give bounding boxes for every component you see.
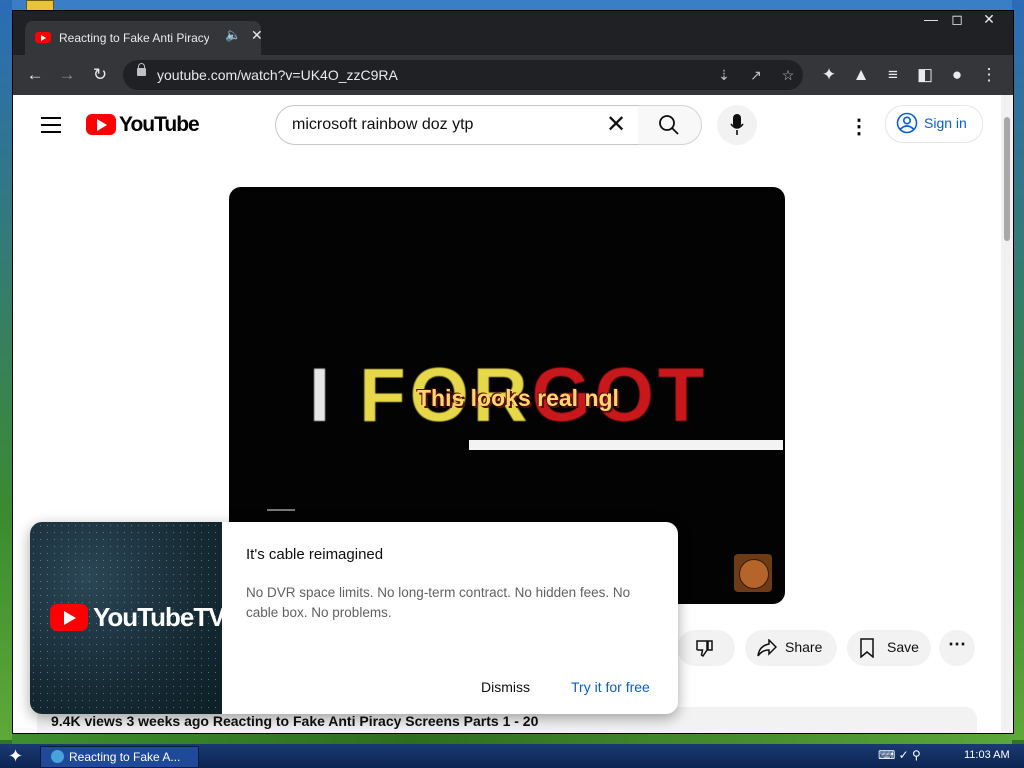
search-icon — [659, 115, 679, 135]
more-actions-button[interactable]: ⋯ — [939, 630, 975, 666]
back-arrow-icon[interactable]: ← — [23, 63, 47, 87]
extensions-puzzle-icon[interactable]: ✦ — [817, 63, 841, 87]
media-queue-icon[interactable]: ≡ — [881, 63, 905, 87]
speaker-icon[interactable]: 🔈 — [225, 27, 241, 43]
promo-title: It's cable reimagined — [246, 546, 384, 563]
youtube-favicon-icon — [35, 32, 51, 43]
window-close-icon[interactable]: ✕ — [975, 11, 1003, 29]
tab-title: Reacting to Fake Anti Piracy Sc — [59, 31, 209, 45]
youtube-tv-promo: YouTubeTV It's cable reimagined No DVR s… — [30, 522, 678, 714]
sign-in-label: Sign in — [924, 115, 967, 131]
youtube-logo-icon[interactable] — [86, 114, 116, 135]
settings-kebab-icon[interactable]: ⋮ — [849, 114, 869, 139]
browser-toolbar: ← → ↻ youtube.com/watch?v=UK4O_zzC9RA ⇣ … — [13, 55, 1013, 95]
clear-search-icon[interactable]: ✕ — [606, 110, 626, 139]
promo-body: No DVR space limits. No long-term contra… — [246, 585, 631, 620]
search-query[interactable]: microsoft rainbow doz ytp — [292, 116, 473, 134]
share-label: Share — [785, 639, 823, 655]
scrollbar-thumb[interactable] — [1004, 117, 1010, 241]
account-circle-icon — [896, 112, 918, 134]
taskbar: ✦ Reacting to Fake A... ⌨ ✓ ⚲ 11:03 AM — [0, 744, 1024, 768]
profile-avatar-icon[interactable]: ● — [945, 63, 969, 87]
desktop-background-left — [0, 0, 12, 740]
start-star-icon[interactable]: ✦ — [8, 746, 23, 767]
reload-icon[interactable]: ↻ — [88, 63, 112, 87]
more-horizontal-icon: ⋯ — [948, 634, 966, 654]
clock[interactable]: 11:03 AM — [964, 749, 1010, 761]
youtube-logo-text[interactable]: YouTube — [119, 113, 200, 137]
share-arrow-icon — [757, 639, 777, 657]
save-playlist-icon — [860, 638, 874, 658]
page-scrollbar[interactable] — [1001, 95, 1013, 733]
lock-icon[interactable] — [137, 63, 146, 76]
browser-menu-icon[interactable]: ⋮ — [977, 63, 1001, 87]
microphone-icon — [730, 114, 744, 135]
save-button[interactable]: Save — [847, 630, 931, 666]
video-caption: This looks real ngl — [417, 385, 619, 411]
tab-strip: Reacting to Fake Anti Piracy Sc 🔈 ✕ — ◻ … — [13, 11, 1013, 55]
browser-tab[interactable]: Reacting to Fake Anti Piracy Sc 🔈 ✕ — [25, 21, 263, 55]
hamburger-menu-icon[interactable] — [41, 117, 61, 138]
minimize-icon[interactable]: — — [917, 11, 945, 29]
taskbar-browser-item[interactable]: Reacting to Fake A... — [40, 746, 199, 768]
share-button[interactable]: Share — [745, 630, 837, 666]
save-label: Save — [887, 639, 919, 655]
youtube-tv-logo-icon — [50, 604, 88, 631]
search-input[interactable]: microsoft rainbow doz ytp ✕ — [275, 105, 639, 145]
voice-search-button[interactable] — [717, 105, 757, 145]
address-bar[interactable]: youtube.com/watch?v=UK4O_zzC9RA ⇣ ↗ ☆ — [123, 60, 803, 90]
forward-arrow-icon[interactable]: → — [55, 63, 79, 87]
search-button[interactable] — [638, 105, 702, 145]
youtube-tv-logo-text: YouTubeTV — [93, 602, 226, 632]
bookmark-star-icon[interactable]: ☆ — [778, 65, 798, 85]
tray-icons[interactable]: ⌨ ✓ ⚲ — [878, 748, 921, 762]
install-app-icon[interactable]: ⇣ — [714, 65, 734, 85]
video-metadata: 9.4K views 3 weeks ago Reacting to Fake … — [51, 713, 539, 729]
browser-app-icon — [51, 750, 64, 763]
channel-watermark-icon[interactable] — [734, 554, 772, 592]
video-frame-dash — [267, 509, 295, 511]
url-text[interactable]: youtube.com/watch?v=UK4O_zzC9RA — [157, 67, 398, 83]
taskbar-item-label: Reacting to Fake A... — [69, 750, 181, 764]
side-panel-icon[interactable]: ◧ — [913, 63, 937, 87]
try-free-button[interactable]: Try it for free — [561, 670, 660, 704]
share-page-icon[interactable]: ↗ — [746, 65, 766, 85]
labs-flask-icon[interactable]: ▲ — [849, 63, 873, 87]
promo-artwork: YouTubeTV — [30, 522, 226, 714]
dismiss-button[interactable]: Dismiss — [471, 670, 540, 704]
video-frame-bar — [469, 440, 783, 450]
thumbs-down-icon — [696, 640, 713, 658]
dislike-button[interactable] — [677, 630, 735, 666]
frame-text-white: I — [309, 353, 360, 438]
tab-close-icon[interactable]: ✕ — [251, 27, 263, 44]
maximize-icon[interactable]: ◻ — [943, 11, 971, 29]
sign-in-button[interactable]: Sign in — [885, 105, 983, 143]
